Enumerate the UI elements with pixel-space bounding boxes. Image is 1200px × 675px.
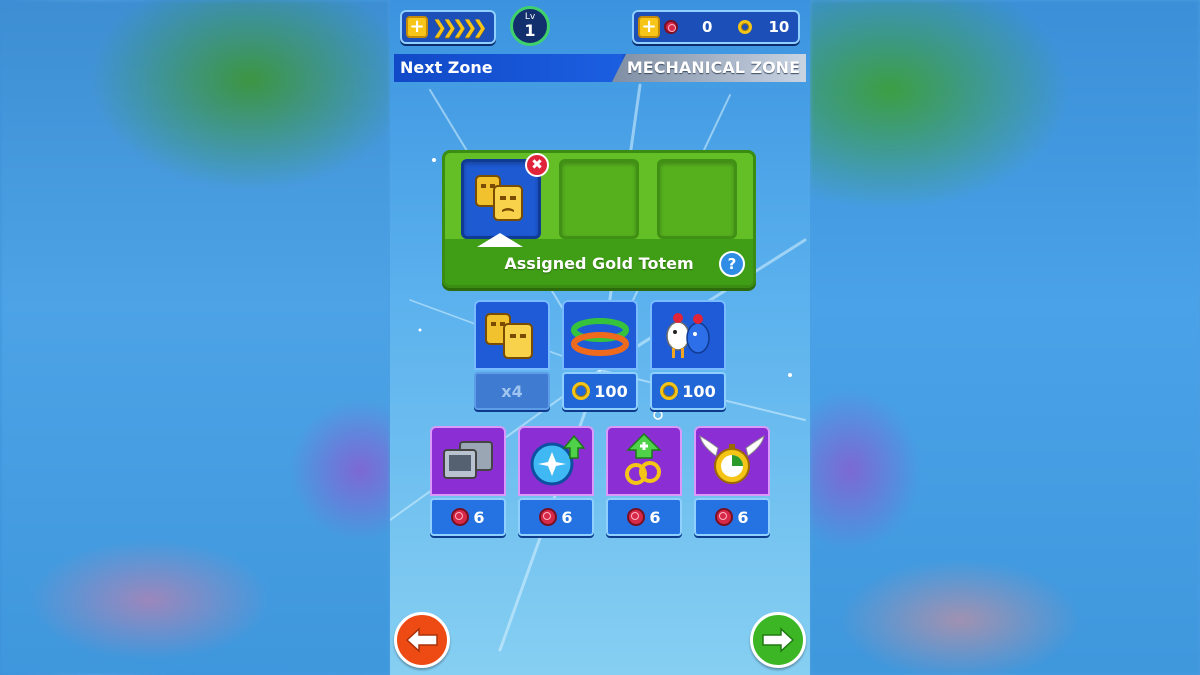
item-card-animal-friends[interactable]: 100 [650, 300, 726, 410]
level-badge: Lv 1 [510, 6, 550, 46]
winged-stopwatch-icon [699, 434, 765, 484]
assigned-slot-2[interactable] [559, 159, 639, 239]
powerup-card-ring-boost[interactable]: 6 [606, 426, 682, 536]
buy-currency-plus-icon[interactable]: + [638, 16, 660, 38]
red-ring-icon [715, 508, 734, 526]
item-image [474, 300, 550, 370]
level-value: 1 [524, 21, 536, 40]
next-button[interactable] [750, 612, 806, 668]
powerup-price-value: 6 [649, 507, 661, 527]
gold-ring-icon [660, 382, 679, 400]
item-price-value: 100 [682, 381, 716, 401]
monitors-icon [443, 441, 493, 479]
powerup-image [606, 426, 682, 496]
gold-ring-icon [738, 20, 753, 34]
gold-ring-count: 10 [768, 18, 790, 36]
powerup-card-winged-stopwatch[interactable]: 6 [694, 426, 770, 536]
back-button[interactable] [394, 612, 450, 668]
powerup-price[interactable]: 6 [606, 498, 682, 536]
xp-progress-chevrons: ❯❯❯❯❯ [432, 16, 487, 38]
powerup-price-value: 6 [473, 507, 485, 527]
item-price[interactable]: 100 [650, 372, 726, 410]
animal-friends-icon [666, 313, 710, 358]
xp-bar[interactable]: + ❯❯❯❯❯ [400, 10, 496, 44]
blue-orb-icon [530, 434, 586, 486]
rings-icon [571, 318, 629, 356]
assigned-slot-3[interactable] [657, 159, 737, 239]
powerup-price[interactable]: 6 [694, 498, 770, 536]
item-card-gold-totem[interactable]: x4 [474, 300, 550, 410]
blurred-background-left [0, 0, 390, 675]
red-ring-icon [539, 508, 558, 526]
powerup-price[interactable]: 6 [430, 498, 506, 536]
item-image [650, 300, 726, 370]
item-card-rings[interactable]: 100 [562, 300, 638, 410]
gold-totem-icon [485, 313, 533, 359]
gold-totem-icon [475, 175, 523, 221]
currency-box[interactable]: + 0 10 [632, 10, 800, 44]
powerup-price-value: 6 [561, 507, 573, 527]
powerup-price[interactable]: 6 [518, 498, 594, 536]
red-ring-icon [664, 20, 678, 34]
arrow-left-icon [405, 627, 438, 653]
zone-name-label: MECHANICAL ZONE [626, 58, 800, 77]
game-screen: + ❯❯❯❯❯ Lv 1 + 0 10 Next Zone MECHANICAL… [390, 0, 810, 675]
item-price[interactable]: 100 [562, 372, 638, 410]
ring-boost-icon [625, 432, 662, 485]
gold-ring-icon [572, 382, 591, 400]
remove-item-button[interactable]: ✖ [525, 153, 549, 177]
item-image [562, 300, 638, 370]
plus-icon[interactable]: + [406, 16, 428, 38]
powerup-price-value: 6 [737, 507, 749, 527]
help-button[interactable]: ? [719, 251, 745, 277]
red-ring-icon [627, 508, 646, 526]
powerup-card-monitors[interactable]: 6 [430, 426, 506, 536]
red-ring-count: 0 [702, 18, 713, 36]
selection-pointer [477, 233, 523, 247]
powerup-image [518, 426, 594, 496]
assigned-item-label: Assigned Gold Totem [504, 254, 694, 273]
blurred-background-right [810, 0, 1200, 675]
item-price-value: 100 [594, 381, 628, 401]
powerup-image [694, 426, 770, 496]
arrow-right-icon [762, 627, 795, 653]
next-zone-label: Next Zone [400, 58, 493, 77]
assign-panel: ✖ Assigned Gold Totem ? [442, 150, 756, 288]
powerup-image [430, 426, 506, 496]
red-ring-icon [451, 508, 470, 526]
item-quantity: x4 [474, 372, 550, 410]
powerup-card-blue-orb[interactable]: 6 [518, 426, 594, 536]
